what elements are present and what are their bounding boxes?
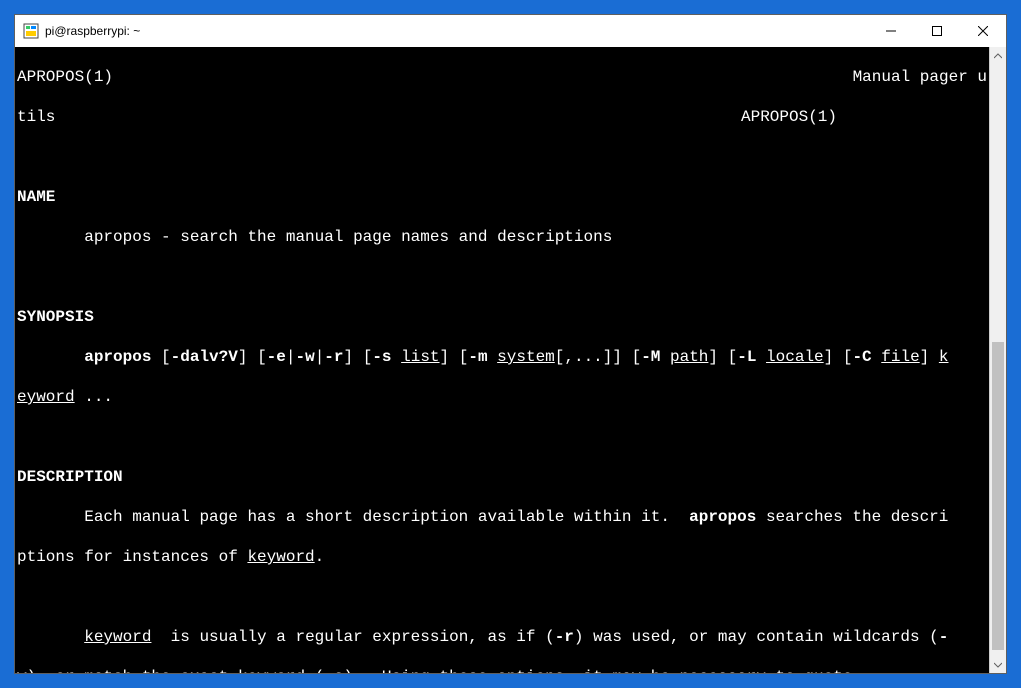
close-button[interactable] <box>960 15 1006 47</box>
maximize-button[interactable] <box>914 15 960 47</box>
minimize-button[interactable] <box>868 15 914 47</box>
scroll-track[interactable] <box>990 64 1006 656</box>
man-header-wrap-right: APROPOS(1) <box>741 107 987 127</box>
app-icon <box>23 23 39 39</box>
window-title: pi@raspberrypi: ~ <box>45 24 868 38</box>
window-buttons <box>868 15 1006 47</box>
scroll-down-icon[interactable] <box>990 656 1006 673</box>
name-line: apropos - search the manual page names a… <box>17 227 987 247</box>
description-header: DESCRIPTION <box>17 467 987 487</box>
terminal-window: pi@raspberrypi: ~ APROPOS(1) Manual pager… <box>14 14 1007 674</box>
titlebar[interactable]: pi@raspberrypi: ~ <box>15 15 1006 47</box>
man-header-center: Manual pager u <box>853 67 987 87</box>
name-header: NAME <box>17 187 987 207</box>
synopsis-header: SYNOPSIS <box>17 307 987 327</box>
man-header-wrap-left: tils <box>17 107 55 127</box>
man-header-left: APROPOS(1) <box>17 67 113 87</box>
scrollbar[interactable] <box>989 47 1006 673</box>
terminal-area: APROPOS(1)Manual pager u tilsAPROPOS(1) … <box>15 47 1006 673</box>
scroll-thumb[interactable] <box>992 342 1004 650</box>
scroll-up-icon[interactable] <box>990 47 1006 64</box>
terminal-content[interactable]: APROPOS(1)Manual pager u tilsAPROPOS(1) … <box>15 47 989 673</box>
